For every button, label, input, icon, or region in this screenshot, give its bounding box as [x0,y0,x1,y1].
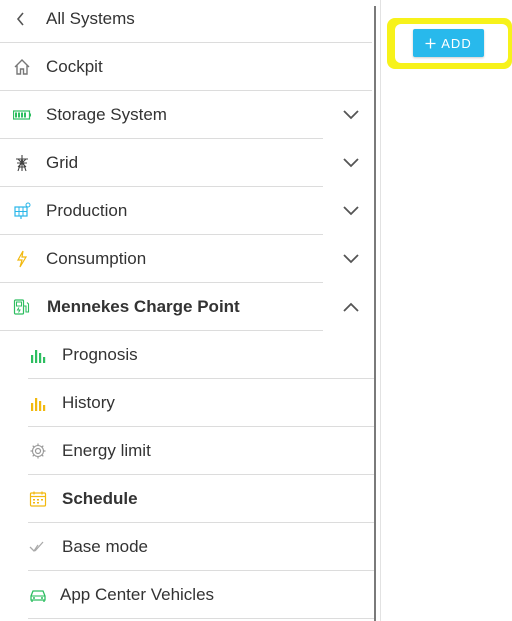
panel-border [380,0,381,621]
power-tower-icon [12,153,32,173]
divider [0,330,323,331]
plus-icon [425,38,436,49]
add-button-label: ADD [441,35,472,51]
divider [0,186,323,187]
sidebar-item-label: Mennekes Charge Point [47,297,240,316]
sidebar-item-cockpit[interactable]: Cockpit [12,56,322,78]
sidebar: All Systems Cockpit Storage System Grid [0,0,378,621]
sidebar-subitem-energy-limit[interactable]: Energy limit [28,440,368,462]
sidebar-subitem-history[interactable]: History [28,392,368,414]
lightning-icon [12,249,32,269]
sidebar-item-grid[interactable]: Grid [12,152,360,174]
divider [0,234,323,235]
divider [0,90,372,91]
divider [28,426,374,427]
car-icon [28,585,48,605]
sidebar-item-storage-system[interactable]: Storage System [12,104,360,126]
sidebar-item-consumption[interactable]: Consumption [12,248,360,270]
chevron-left-icon [12,9,30,29]
ev-charger-icon [12,297,32,317]
solar-panel-icon [12,201,32,221]
chevron-down-icon[interactable] [342,250,360,268]
divider [0,138,323,139]
bar-chart-icon [28,345,48,365]
checkmark-icon [28,537,48,557]
sidebar-item-label: Cockpit [46,57,103,76]
divider [0,42,372,43]
bar-chart-icon [28,393,48,413]
sidebar-item-charge-point[interactable]: Mennekes Charge Point [12,296,360,318]
divider [28,618,374,619]
home-icon [12,57,32,77]
sidebar-scrollbar[interactable] [374,6,376,621]
chevron-up-icon[interactable] [342,298,360,316]
sidebar-item-label: Grid [46,153,79,172]
sidebar-subitem-app-center-vehicles[interactable]: App Center Vehicles [28,584,368,606]
divider [28,474,374,475]
divider [28,378,374,379]
sidebar-item-label: Production [46,201,128,220]
sidebar-item-label: Prognosis [62,345,138,364]
sidebar-subitem-schedule[interactable]: Schedule [28,488,368,510]
back-label: All Systems [46,9,135,28]
sidebar-item-label: App Center Vehicles [60,585,215,604]
sidebar-item-label: Storage System [46,105,167,124]
sidebar-item-production[interactable]: Production [12,200,360,222]
sidebar-item-label: Base mode [62,537,148,556]
sidebar-item-label: Consumption [46,249,147,268]
back-to-all-systems[interactable]: All Systems [12,8,372,30]
battery-icon [12,105,32,125]
sidebar-item-label: History [62,393,115,412]
chevron-down-icon[interactable] [342,106,360,124]
add-button[interactable]: ADD [413,29,484,57]
divider [28,522,374,523]
sidebar-subitem-base-mode[interactable]: Base mode [28,536,368,558]
calendar-icon [28,489,48,509]
divider [0,282,323,283]
sidebar-subitem-prognosis[interactable]: Prognosis [28,344,368,366]
sidebar-item-label: Energy limit [62,441,151,460]
gear-icon [28,441,48,461]
divider [28,570,374,571]
chevron-down-icon[interactable] [342,154,360,172]
sidebar-item-label: Schedule [62,489,138,508]
chevron-down-icon[interactable] [342,202,360,220]
